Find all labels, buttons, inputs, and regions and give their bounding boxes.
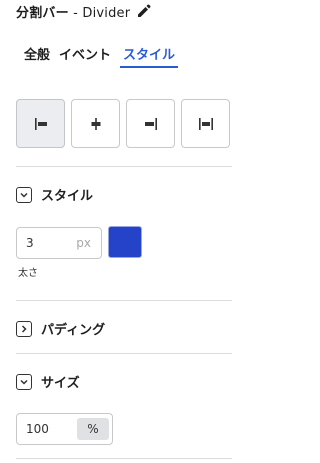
tab-general[interactable]: 全般 [24,44,50,68]
align-center-button[interactable] [71,99,120,148]
align-left-button[interactable] [16,99,65,148]
align-right-button[interactable] [126,99,175,148]
panel-header: 分割バー - Divider [16,0,152,22]
section-divider [16,166,232,167]
pencil-icon[interactable] [136,3,152,19]
section-divider [16,458,232,459]
padding-section-label: パディング [41,323,106,338]
thickness-value: 3 [26,236,34,250]
align-justify-button[interactable] [181,99,230,148]
size-section-toggle[interactable]: サイズ [16,372,80,391]
style-section-toggle[interactable]: スタイル [16,185,93,204]
chevron-right-icon [16,320,32,337]
thickness-unit: px [76,236,91,250]
size-section-label: サイズ [41,376,80,391]
panel-title-main: 分割バー [16,5,69,21]
style-section-label: スタイル [41,189,94,204]
align-justify-icon [198,117,213,130]
thickness-caption: 太さ [18,268,38,279]
width-input[interactable]: 100 % [16,413,113,445]
chevron-down-icon [16,373,32,390]
panel-title-suffix: - Divider [68,5,131,21]
align-left-icon [34,117,47,130]
alignment-group [16,99,230,148]
tab-events[interactable]: イベント [59,44,111,68]
thickness-input[interactable]: 3 px [16,227,102,259]
padding-section-toggle[interactable]: パディング [16,319,105,338]
color-swatch[interactable] [108,226,142,258]
width-value: 100 [26,422,49,436]
section-divider [16,300,232,301]
width-unit[interactable]: % [77,418,109,440]
panel-title: 分割バー - Divider [16,2,130,21]
chevron-down-icon [16,186,32,203]
align-right-icon [144,117,157,130]
align-center-icon [91,117,100,130]
tab-bar: 全般 イベント スタイル [24,44,179,68]
tab-style[interactable]: スタイル [120,44,179,68]
section-divider [16,353,232,354]
